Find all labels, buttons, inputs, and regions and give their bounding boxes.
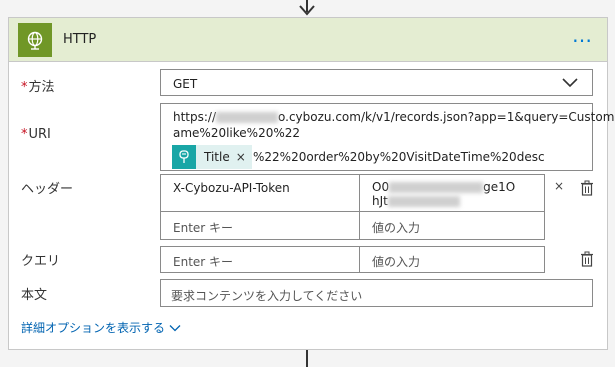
query-key-placeholder: Enter キー: [173, 255, 234, 269]
header-key-input[interactable]: X-Cybozu-API-Token: [160, 174, 360, 212]
uri-line-2: ame%20like%20%22: [173, 126, 301, 140]
more-options-icon[interactable]: …: [572, 25, 593, 45]
body-label: 本文: [21, 288, 48, 303]
token-remove-icon[interactable]: ×: [236, 150, 252, 164]
token-label: Title: [204, 150, 230, 164]
headers-label: ヘッダー: [21, 182, 74, 197]
query-value-placeholder: 値の入力: [372, 255, 421, 269]
query-key-input[interactable]: Enter キー: [160, 246, 360, 273]
method-value: GET: [173, 77, 198, 91]
query-value-input[interactable]: 値の入力: [359, 246, 545, 273]
dynamic-content-token[interactable]: Title ×: [172, 145, 252, 169]
globe-icon: [18, 23, 52, 57]
header-value-input[interactable]: O0 ge1O hJt: [359, 174, 545, 212]
header-value-input-empty[interactable]: 値の入力: [359, 211, 545, 240]
chevron-down-icon: [169, 324, 181, 331]
redacted-token-2: [387, 196, 460, 207]
required-marker: *: [21, 80, 28, 95]
action-title: HTTP: [63, 32, 97, 47]
uri-label: *URI: [21, 127, 51, 142]
body-input[interactable]: 要求コンテンツを入力してください: [160, 279, 593, 307]
http-action-card: HTTP … *方法 GET *URI https://o.cybozu.com…: [8, 17, 615, 350]
card-header[interactable]: HTTP …: [9, 18, 607, 62]
uri-input[interactable]: https://o.cybozu.com/k/v1/records.json?a…: [160, 103, 615, 171]
trash-icon[interactable]: [580, 251, 594, 267]
uri-line-1: https://o.cybozu.com/k/v1/records.json?a…: [173, 110, 615, 124]
arrow-down-icon: [299, 5, 315, 16]
redacted-token-1: [389, 182, 484, 193]
connector-icon: [172, 145, 196, 169]
header-value-text: O0 ge1O hJt: [372, 180, 516, 208]
show-advanced-options-link[interactable]: 詳細オプションを表示する: [21, 319, 181, 336]
body-placeholder: 要求コンテンツを入力してください: [171, 289, 363, 303]
redacted-subdomain: [216, 112, 279, 123]
header-key-value: X-Cybozu-API-Token: [173, 181, 290, 195]
query-label: クエリ: [21, 254, 61, 269]
advanced-options-label: 詳細オプションを表示する: [21, 321, 166, 335]
method-select[interactable]: GET: [160, 69, 593, 96]
chevron-down-icon: [562, 78, 578, 88]
method-label: *方法: [21, 80, 55, 95]
uri-line-3: %22%20order%20by%20VisitDateTime%20desc: [253, 150, 545, 164]
trash-icon[interactable]: [580, 180, 594, 196]
header-key-placeholder: Enter キー: [173, 221, 234, 235]
header-key-input-empty[interactable]: Enter キー: [160, 211, 360, 240]
required-marker: *: [21, 127, 28, 142]
header-value-placeholder: 値の入力: [372, 221, 421, 235]
flow-connector-bottom: [306, 350, 308, 367]
delete-header-icon[interactable]: ×: [554, 179, 564, 193]
